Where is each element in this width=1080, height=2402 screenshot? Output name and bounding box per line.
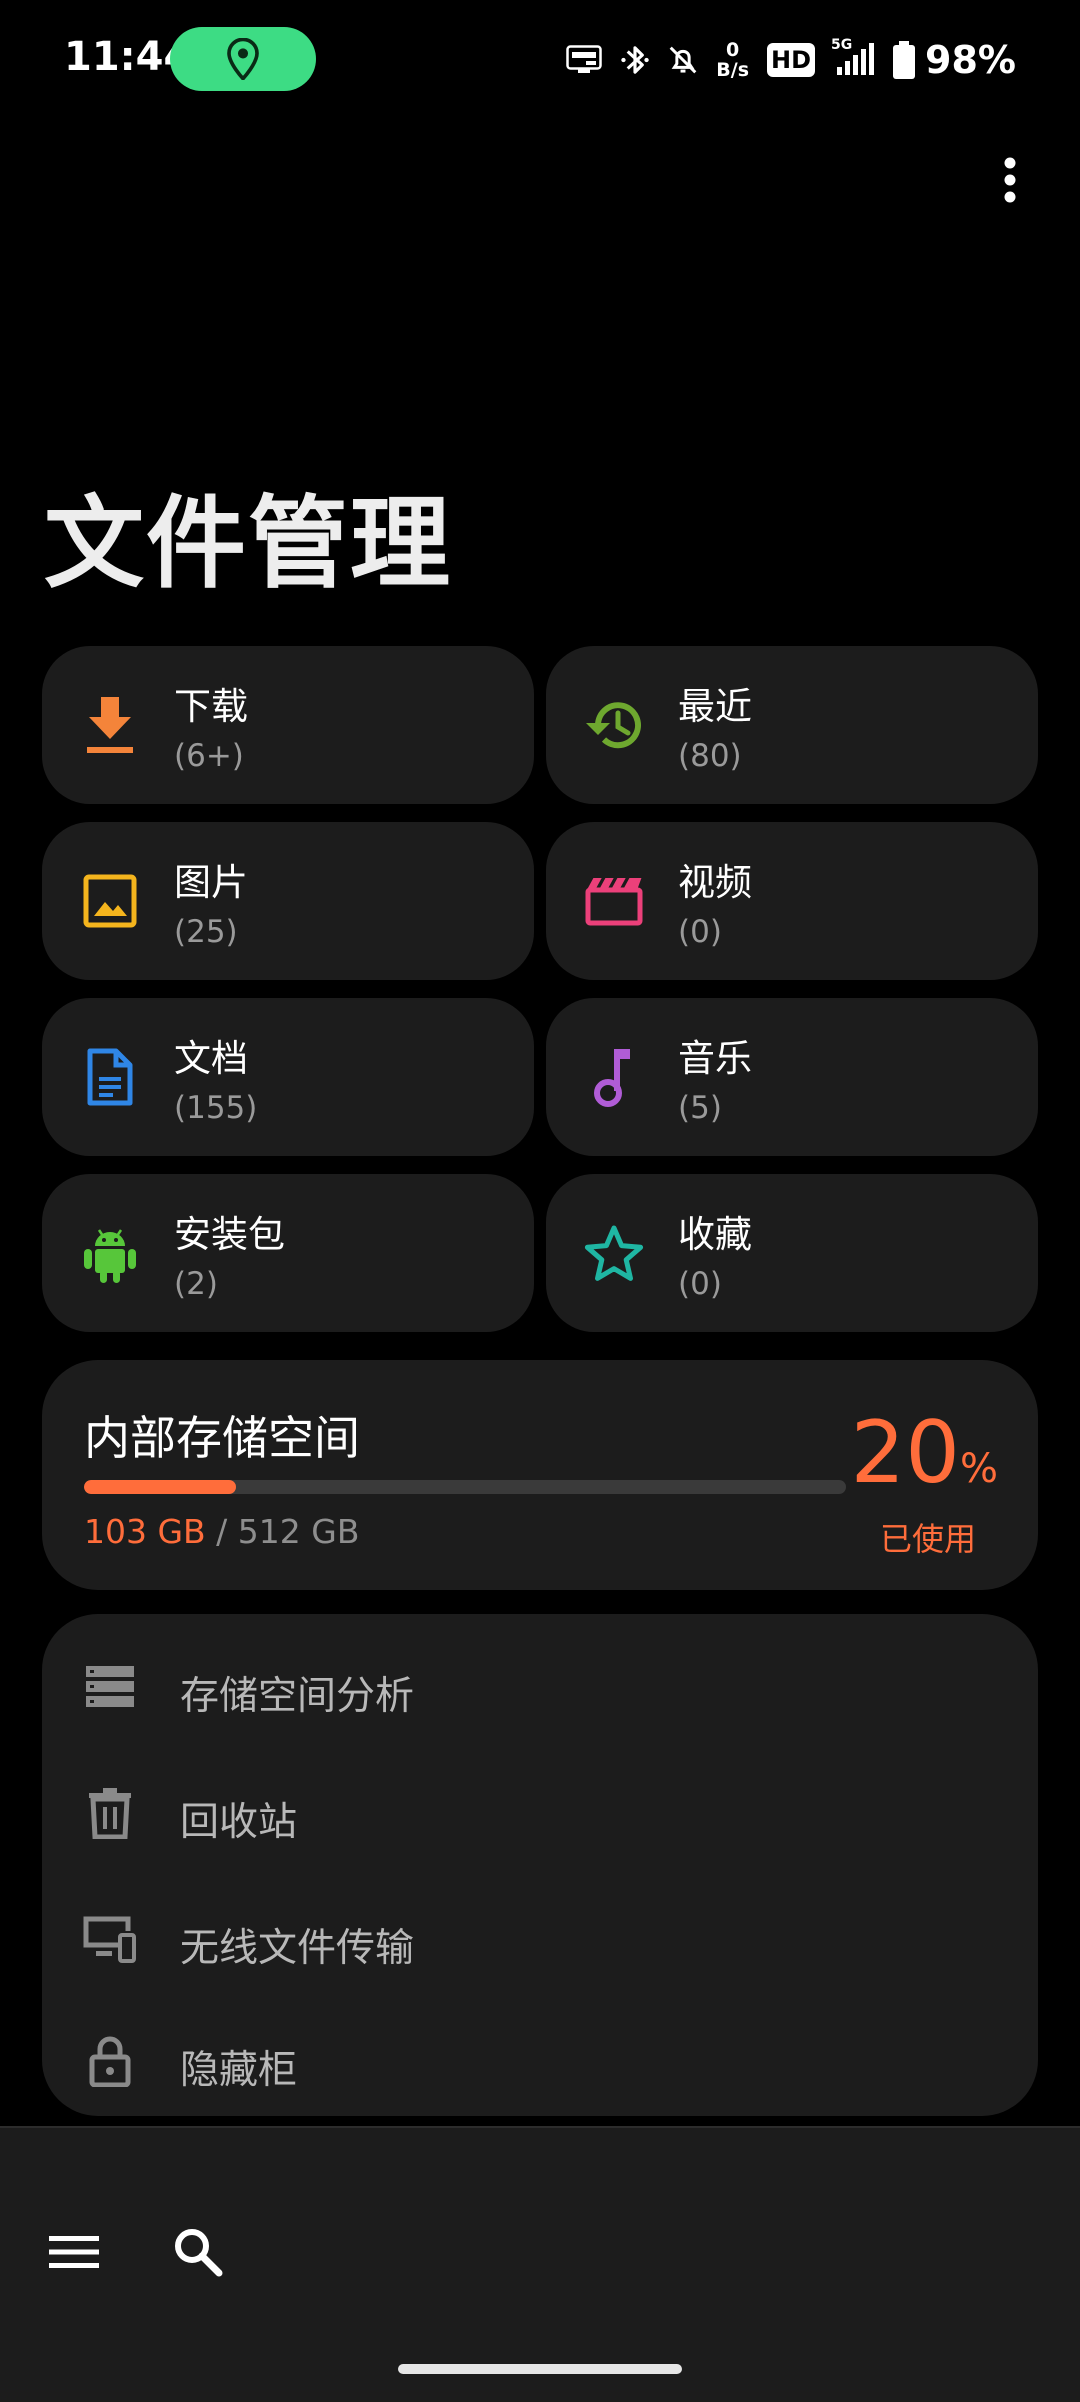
status-bar: 11:44 0 B/s HD 5G 98% bbox=[0, 0, 1080, 120]
location-pin-icon bbox=[227, 38, 259, 80]
storage-analysis-icon bbox=[82, 1659, 138, 1715]
more-vertical-icon bbox=[1004, 157, 1016, 203]
category-label: 收藏 bbox=[678, 1213, 752, 1256]
location-indicator[interactable] bbox=[170, 27, 316, 91]
network-speed: 0 B/s bbox=[716, 40, 749, 80]
home-indicator[interactable] bbox=[398, 2364, 682, 2374]
category-label: 文档 bbox=[174, 1037, 248, 1080]
tool-label: 隐藏柜 bbox=[180, 2048, 298, 2093]
history-icon bbox=[582, 693, 646, 757]
notifications-muted-icon bbox=[668, 44, 698, 76]
category-count: (80) bbox=[678, 738, 742, 774]
category-label: 下载 bbox=[174, 685, 248, 728]
battery-icon bbox=[893, 41, 916, 79]
category-favorites[interactable]: 收藏 (0) bbox=[546, 1174, 1038, 1332]
category-count: (2) bbox=[174, 1266, 218, 1302]
battery-percent: 98% bbox=[925, 38, 1016, 82]
category-count: (155) bbox=[174, 1090, 258, 1126]
category-images[interactable]: 图片 (25) bbox=[42, 822, 534, 980]
page-title: 文件管理 bbox=[44, 485, 452, 602]
category-count: (25) bbox=[174, 914, 238, 950]
star-icon bbox=[582, 1221, 646, 1285]
more-options-button[interactable] bbox=[970, 150, 1050, 210]
hd-label: HD bbox=[767, 43, 816, 77]
storage-separator: / bbox=[205, 1512, 238, 1551]
category-label: 安装包 bbox=[174, 1213, 285, 1256]
category-count: (6+) bbox=[174, 738, 244, 774]
storage-percent-sign: % bbox=[959, 1446, 998, 1492]
tool-recycle-bin[interactable]: 回收站 bbox=[42, 1758, 1038, 1868]
category-count: (0) bbox=[678, 914, 722, 950]
tool-label: 存储空间分析 bbox=[180, 1674, 415, 1719]
image-icon bbox=[78, 869, 142, 933]
network-type: 5G bbox=[831, 37, 853, 53]
category-music[interactable]: 音乐 (5) bbox=[546, 998, 1038, 1156]
category-count: (0) bbox=[678, 1266, 722, 1302]
category-label: 图片 bbox=[174, 861, 248, 904]
category-recent[interactable]: 最近 (80) bbox=[546, 646, 1038, 804]
lock-icon bbox=[82, 2033, 138, 2089]
tool-label: 无线文件传输 bbox=[180, 1926, 415, 1971]
bluetooth-icon bbox=[620, 43, 650, 77]
tool-label: 回收站 bbox=[180, 1800, 298, 1845]
search-icon bbox=[175, 2229, 223, 2277]
storage-total-size: 512 GB bbox=[237, 1512, 360, 1551]
storage-progress-bar bbox=[84, 1480, 846, 1494]
wireless-transfer-icon bbox=[82, 1911, 138, 1967]
tools-list: 存储空间分析 回收站 无线文件传输 隐藏柜 bbox=[42, 1614, 1038, 2116]
speed-unit: B/s bbox=[716, 59, 750, 81]
category-count: (5) bbox=[678, 1090, 722, 1126]
speed-value: 0 bbox=[726, 39, 740, 61]
storage-percent-value: 20 bbox=[850, 1403, 960, 1503]
tool-storage-analysis[interactable]: 存储空间分析 bbox=[42, 1632, 1038, 1742]
storage-sizes: 103 GB / 512 GB bbox=[84, 1512, 359, 1551]
category-label: 最近 bbox=[678, 685, 752, 728]
storage-progress-fill bbox=[84, 1480, 237, 1494]
category-label: 音乐 bbox=[678, 1037, 752, 1080]
music-icon bbox=[582, 1045, 646, 1109]
android-icon bbox=[78, 1221, 142, 1285]
document-icon bbox=[78, 1045, 142, 1109]
trash-icon bbox=[82, 1785, 138, 1841]
storage-title: 内部存储空间 bbox=[84, 1411, 360, 1465]
download-icon bbox=[78, 693, 142, 757]
auto-hz-icon bbox=[566, 45, 603, 75]
internal-storage-card[interactable]: 内部存储空间 103 GB / 512 GB 20% 已使用 bbox=[42, 1360, 1038, 1590]
bottom-bar bbox=[0, 2126, 1080, 2402]
menu-button[interactable] bbox=[26, 2204, 122, 2300]
status-icons: 0 B/s HD 5G 98% bbox=[548, 28, 1016, 92]
storage-used-label: 已使用 bbox=[879, 1520, 976, 1558]
category-label: 视频 bbox=[678, 861, 752, 904]
signal-icon: 5G bbox=[831, 37, 875, 77]
search-button[interactable] bbox=[150, 2204, 246, 2300]
storage-used-size: 103 GB bbox=[84, 1512, 206, 1551]
tool-hidden-vault[interactable]: 隐藏柜 bbox=[42, 2006, 1038, 2116]
category-videos[interactable]: 视频 (0) bbox=[546, 822, 1038, 980]
hd-voice-icon: HD bbox=[767, 43, 816, 77]
category-apks[interactable]: 安装包 (2) bbox=[42, 1174, 534, 1332]
category-downloads[interactable]: 下载 (6+) bbox=[42, 646, 534, 804]
storage-percent: 20% bbox=[851, 1410, 998, 1496]
menu-icon bbox=[49, 2236, 99, 2268]
video-icon bbox=[582, 869, 646, 933]
category-documents[interactable]: 文档 (155) bbox=[42, 998, 534, 1156]
tool-wireless-transfer[interactable]: 无线文件传输 bbox=[42, 1884, 1038, 1994]
